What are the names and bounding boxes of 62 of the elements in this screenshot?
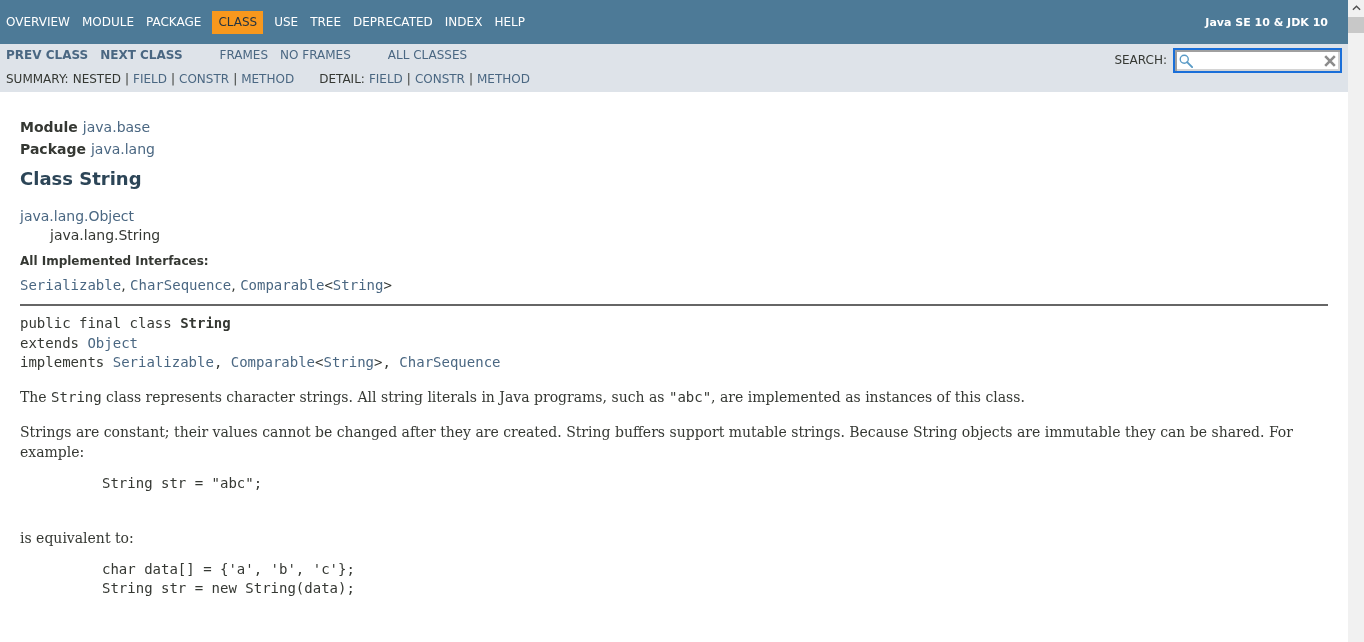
- separator: |: [468, 72, 473, 86]
- interface-link[interactable]: CharSequence: [130, 277, 232, 293]
- type-link[interactable]: String: [323, 354, 375, 370]
- search-label: SEARCH:: [1114, 52, 1167, 69]
- section-link[interactable]: CONSTR: [179, 72, 230, 86]
- type-link[interactable]: CharSequence: [399, 354, 501, 370]
- scrollbar-thumb[interactable]: [1348, 17, 1364, 33]
- section-link[interactable]: METHOD: [477, 72, 530, 86]
- clear-icon[interactable]: [1324, 54, 1336, 67]
- class-name: java.lang.String: [50, 227, 161, 243]
- interface-link[interactable]: String: [332, 277, 384, 293]
- type-link[interactable]: Comparable: [230, 354, 316, 370]
- separator: |: [125, 72, 130, 86]
- interfaces-list: Serializable, CharSequence, Comparable<String>: [20, 276, 1328, 295]
- section-link[interactable]: FIELD: [368, 72, 403, 86]
- scroll-up-icon[interactable]: [1351, 5, 1361, 11]
- scrollbar[interactable]: [1348, 0, 1364, 642]
- signature-line: extends Object: [20, 333, 139, 353]
- interfaces-heading: All Implemented Interfaces:: [20, 253, 210, 269]
- nav-link[interactable]: NEXT CLASS: [100, 48, 183, 62]
- description-paragraph: is equivalent to:: [20, 528, 135, 548]
- interface-link[interactable]: Serializable: [20, 277, 122, 293]
- section-item: NESTED: [72, 72, 121, 86]
- separator: |: [233, 72, 238, 86]
- section-link[interactable]: FIELD: [133, 72, 167, 86]
- module-link[interactable]: java.base: [82, 119, 150, 135]
- nav-tab[interactable]: CLASS: [212, 10, 264, 34]
- nav-link[interactable]: NO FRAMES: [280, 48, 351, 62]
- package-link[interactable]: java.lang: [90, 141, 155, 157]
- interface-link[interactable]: Comparable: [240, 277, 325, 293]
- signature-line: public final class String: [20, 314, 232, 333]
- nav-link[interactable]: PREV CLASS: [6, 48, 89, 62]
- separator: |: [406, 72, 411, 86]
- class-title: Class String: [20, 167, 143, 191]
- section-label: DETAIL:: [319, 72, 365, 86]
- signature-line: implements Serializable, Comparable<String>, CharSequence: [20, 353, 502, 372]
- type-link[interactable]: Object: [87, 334, 138, 351]
- type-link[interactable]: Serializable: [112, 354, 214, 370]
- superclass-link[interactable]: java.lang.Object: [20, 208, 135, 224]
- nav-tab[interactable]: OVERVIEW: [0, 10, 76, 34]
- nav-tab[interactable]: DEPRECATED: [347, 10, 439, 34]
- nav-tab[interactable]: TREE: [304, 10, 347, 34]
- module-label: Module: [20, 119, 78, 135]
- section-link[interactable]: METHOD: [241, 72, 295, 86]
- code-example: char data[] = {'a', 'b', 'c'}; String str = new String(data);: [101, 560, 355, 598]
- section-link[interactable]: CONSTR: [414, 72, 465, 86]
- section-label: SUMMARY:: [6, 72, 69, 86]
- nav-tab[interactable]: USE: [268, 10, 305, 34]
- product-title: Java SE 10 & JDK 10: [1205, 15, 1328, 29]
- code-example: String str = "abc";: [101, 474, 263, 493]
- separator: |: [171, 72, 176, 86]
- search-icon: [1179, 53, 1193, 68]
- search-field[interactable]: [1173, 48, 1342, 73]
- nav-tab[interactable]: HELP: [488, 10, 531, 34]
- nav-tab[interactable]: MODULE: [75, 10, 140, 34]
- nav-link[interactable]: FRAMES: [219, 48, 269, 62]
- nav-tab[interactable]: INDEX: [438, 10, 489, 34]
- description-paragraph: The String class represents character strings. All string literals in Java programs, such as "abc", are implemented as instances of this class.: [20, 387, 1026, 407]
- package-label: Package: [20, 141, 86, 157]
- nav-tab[interactable]: PACKAGE: [140, 10, 208, 34]
- description-paragraph: Strings are constant; their values cannot be changed after they are created. String buffers support mutable strings. Because String objects are immutable they can be shared. For example:: [20, 422, 1294, 462]
- nav-link[interactable]: ALL CLASSES: [387, 48, 468, 62]
